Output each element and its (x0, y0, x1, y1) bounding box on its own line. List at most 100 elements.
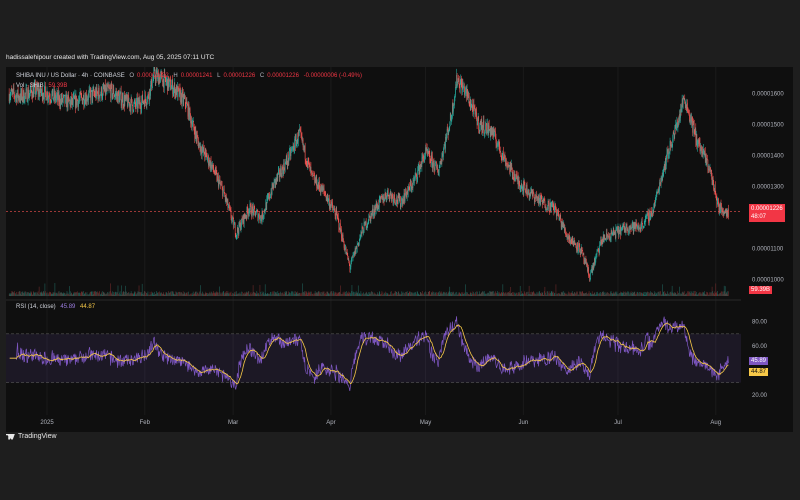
volume-bar (44, 283, 46, 296)
candle-body (697, 140, 699, 143)
volume-bar (462, 291, 464, 296)
candle-body (494, 130, 496, 132)
candle-body (299, 129, 301, 131)
volume-bar (370, 292, 372, 296)
volume-bar (556, 293, 558, 296)
candle-body (251, 214, 252, 216)
volume-bar (52, 292, 54, 296)
volume-bar (172, 291, 174, 296)
candle-body (145, 99, 147, 104)
candle-body (541, 201, 543, 204)
candle-body (558, 211, 559, 217)
candle-body (125, 95, 127, 99)
candle-body (427, 152, 429, 155)
volume-bar (725, 293, 727, 296)
candle-body (253, 206, 254, 215)
candle-body (516, 174, 517, 176)
candle-body (338, 219, 340, 229)
candle-body (539, 194, 541, 204)
candle-body (141, 94, 143, 101)
volume-bar (651, 292, 653, 296)
candle-body (396, 196, 397, 203)
candle-body (111, 84, 112, 86)
volume-bar (513, 294, 515, 296)
candle-body (524, 184, 526, 189)
candle-body (367, 222, 369, 224)
chart-frame[interactable]: 0.00001600 0.00001500 0.00001400 0.00001300… (6, 67, 793, 432)
candle-body (285, 162, 286, 163)
candle-body (334, 208, 335, 212)
volume-bar (106, 293, 107, 296)
volume-bar (93, 291, 95, 296)
candle-body (317, 183, 319, 189)
volume-bar (679, 286, 680, 296)
volume-bar (627, 292, 629, 296)
volume-bar (161, 293, 163, 296)
candle-body (65, 95, 66, 103)
candle-body (444, 144, 446, 149)
volume-bar (701, 294, 702, 296)
volume-bar (219, 292, 221, 296)
volume-bar (138, 292, 139, 296)
volume-bar (347, 293, 349, 296)
volume-bar (291, 291, 293, 296)
volume-bar (342, 292, 344, 296)
candle-body (50, 100, 52, 102)
candle-body (199, 142, 201, 152)
volume-bar (546, 291, 548, 296)
candle-body (106, 88, 107, 91)
candle-body (206, 151, 207, 155)
candle-body (223, 188, 225, 194)
candle-body (703, 148, 705, 153)
candle-body (348, 259, 350, 262)
volume-bar (284, 291, 286, 296)
candle-body (124, 99, 126, 106)
candle-body (591, 266, 592, 272)
volume-bar (382, 294, 383, 296)
volume-bar (512, 294, 514, 296)
volume-bar (13, 292, 14, 296)
candle-body (372, 208, 373, 213)
volume-bar (332, 293, 334, 296)
volume-bar (529, 294, 530, 296)
candle-body (395, 202, 397, 204)
candle-body (363, 232, 364, 234)
candle-body (357, 242, 359, 245)
volume-bar (397, 293, 398, 296)
candle-body (723, 212, 724, 216)
volume-bar (195, 291, 197, 296)
volume-bar (671, 293, 672, 296)
candle-body (370, 213, 372, 222)
volume-bar (193, 293, 195, 296)
candle-body (100, 87, 102, 95)
candle-body (301, 136, 303, 141)
candle-body (310, 167, 312, 172)
candle-body (617, 227, 618, 233)
volume-bar (606, 293, 607, 296)
tradingview-logo[interactable]: TradingView (6, 433, 57, 440)
chart-svg[interactable]: 0.000016000.000015000.000014000.00001300… (6, 67, 793, 432)
volume-bar (676, 294, 677, 296)
candle-body (518, 180, 520, 185)
candle-body (437, 172, 439, 176)
candle-body (383, 197, 384, 203)
candle-body (653, 205, 655, 213)
volume-bar (319, 291, 320, 296)
volume-bar (324, 294, 326, 296)
candle-body (380, 197, 381, 200)
candle-body (582, 250, 584, 254)
volume-bar (508, 293, 510, 296)
volume-bar (237, 294, 238, 296)
volume-bar (353, 292, 355, 296)
candle-body (31, 91, 33, 97)
volume-bar (561, 292, 563, 296)
candle-body (713, 181, 714, 190)
candle-body (360, 234, 361, 239)
volume-bar (238, 293, 239, 296)
volume-bar (374, 292, 375, 296)
candle-body (317, 183, 319, 188)
candle-body (249, 204, 251, 210)
volume-bar (135, 294, 137, 296)
volume-bar (181, 293, 183, 296)
volume-bar (286, 291, 288, 296)
